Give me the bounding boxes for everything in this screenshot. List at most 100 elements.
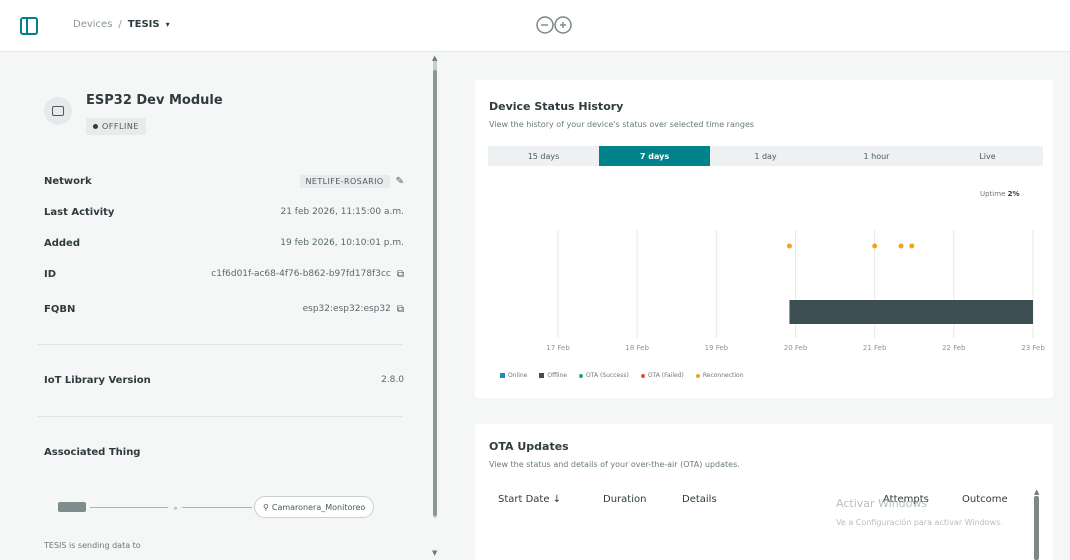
uptime-value: 2%: [1007, 190, 1020, 198]
legend-online-swatch: [500, 373, 505, 378]
x-tick-label: 20 Feb: [784, 344, 808, 352]
status-dot-icon: [93, 124, 98, 129]
column-duration[interactable]: Duration: [603, 494, 646, 505]
column-start-date[interactable]: Start Date ↓: [498, 494, 561, 505]
ota-table-header: Start Date ↓ Duration Details Attempts O…: [488, 486, 1038, 516]
legend-offline: Offline: [539, 372, 567, 379]
associated-thing-title: Associated Thing: [44, 447, 141, 458]
x-tick-label: 17 Feb: [546, 344, 570, 352]
ota-table-scrollbar[interactable]: [1034, 496, 1039, 560]
network-value: NETLIFE-ROSARIO: [299, 174, 390, 188]
breadcrumb-separator: /: [118, 19, 122, 30]
status-timeline-chart: 17 Feb 18 Feb 19 Feb 20 Feb 21 Feb 22 Feb 23 F…: [546, 230, 1045, 352]
fqbn-label: FQBN: [44, 303, 76, 315]
added-value: 19 feb 2026, 10:10:01 p.m.: [280, 238, 404, 248]
sidebar-toggle-icon[interactable]: [20, 17, 38, 35]
iot-library-row: IoT Library Version 2.8.0: [44, 370, 404, 390]
breadcrumb-devices[interactable]: Devices: [73, 19, 112, 30]
device-board-icon: [44, 97, 72, 125]
pencil-icon[interactable]: ✎: [396, 176, 404, 187]
event-marker-reconnection[interactable]: [909, 243, 915, 249]
x-tick-label: 18 Feb: [625, 344, 649, 352]
device-name: ESP32 Dev Module: [86, 93, 223, 108]
legend-ota-success-dot: [579, 373, 584, 378]
connector-line: [182, 507, 252, 508]
breadcrumb-current-device[interactable]: TESIS: [128, 19, 160, 30]
legend-reconnection-label: Reconnection: [702, 372, 744, 379]
network-row: Network NETLIFE-ROSARIO ✎: [44, 171, 404, 191]
thing-icon: ⚲: [263, 502, 269, 512]
column-details[interactable]: Details: [682, 494, 717, 505]
chevron-down-icon[interactable]: ▾: [166, 20, 170, 29]
event-marker-reconnection[interactable]: [786, 243, 792, 249]
id-row: ID c1f6d01f-ac68-4f76-b862-b97fd178f3cc …: [44, 264, 404, 284]
associated-thing-link: ⚬ ⚲ Camaronera_Monitoreo: [44, 496, 394, 518]
range-tabs: 15 days 7 days 1 day 1 hour Live: [488, 146, 1043, 166]
scroll-up-icon[interactable]: ▲: [432, 54, 437, 62]
id-label: ID: [44, 268, 57, 280]
x-tick-label: 21 Feb: [863, 344, 887, 352]
tab-1-hour[interactable]: 1 hour: [821, 146, 932, 166]
sending-text: TESIS is sending data to: [44, 541, 141, 550]
legend-online: Online: [500, 372, 527, 379]
column-start-date-label: Start Date: [498, 494, 550, 505]
tab-1-day[interactable]: 1 day: [710, 146, 821, 166]
legend-ota-failed-dot: [640, 373, 645, 378]
legend-reconnection-dot: [695, 373, 700, 378]
scroll-up-icon[interactable]: ▲: [1034, 488, 1039, 496]
legend-reconnection: Reconnection: [695, 372, 744, 379]
legend-ota-failed-label: OTA (Failed): [647, 372, 684, 379]
timeline-segment-offline[interactable]: [789, 300, 1033, 324]
ota-title: OTA Updates: [489, 440, 569, 453]
fqbn-row: FQBN esp32:esp32:esp32 ⧉: [44, 299, 404, 319]
iot-library-value: 2.8.0: [381, 375, 404, 385]
status-history-title: Device Status History: [489, 100, 624, 113]
scroll-down-icon[interactable]: ▼: [432, 549, 437, 557]
left-scrollbar[interactable]: [433, 58, 437, 518]
device-chip: [58, 502, 86, 512]
thing-name: Camaronera_Monitoreo: [271, 502, 366, 512]
top-bar: Devices / TESIS ▾: [0, 0, 1070, 52]
legend-offline-swatch: [539, 373, 545, 378]
legend-ota-success: OTA (Success): [579, 372, 629, 379]
legend-online-label: Online: [508, 372, 528, 379]
copy-icon[interactable]: ⧉: [397, 304, 404, 315]
last-activity-value: 21 feb 2026, 11:15:00 a.m.: [280, 207, 404, 217]
copy-icon[interactable]: ⧉: [397, 269, 404, 280]
added-label: Added: [44, 237, 80, 249]
tab-live[interactable]: Live: [932, 146, 1043, 166]
column-outcome[interactable]: Outcome: [962, 494, 1008, 505]
event-marker-reconnection[interactable]: [872, 243, 878, 249]
sort-arrow-icon[interactable]: ↓: [553, 494, 561, 505]
last-activity-label: Last Activity: [44, 206, 115, 218]
uptime-indicator: Uptime 2%: [980, 190, 1020, 198]
id-value: c1f6d01f-ac68-4f76-b862-b97fd178f3cc: [211, 269, 391, 279]
x-tick-label: 22 Feb: [942, 344, 966, 352]
tab-15-days[interactable]: 15 days: [488, 146, 599, 166]
ota-subtitle: View the status and details of your over…: [489, 460, 740, 469]
legend-offline-label: Offline: [547, 372, 568, 379]
status-text: OFFLINE: [102, 122, 139, 131]
last-activity-row: Last Activity 21 feb 2026, 11:15:00 a.m.: [44, 202, 404, 222]
scrollbar-thumb[interactable]: [433, 70, 437, 516]
event-marker-reconnection[interactable]: [898, 243, 904, 249]
connector-line: [90, 507, 168, 508]
breadcrumb: Devices / TESIS ▾: [73, 19, 170, 30]
uptime-label: Uptime: [980, 190, 1006, 198]
legend-ota-failed: OTA (Failed): [640, 372, 684, 379]
legend-ota-success-label: OTA (Success): [586, 372, 629, 379]
tab-7-days[interactable]: 7 days: [599, 146, 710, 166]
status-badge: OFFLINE: [86, 118, 146, 135]
chart-legend: Online Offline OTA (Success) OTA (Failed…: [500, 372, 744, 379]
thing-chip[interactable]: ⚲ Camaronera_Monitoreo: [254, 496, 375, 518]
arduino-logo-icon: [536, 16, 572, 34]
x-tick-label: 19 Feb: [705, 344, 729, 352]
windows-activation-watermark: Activar Windows: [836, 497, 928, 510]
connector-node-icon: ⚬: [172, 504, 179, 513]
network-label: Network: [44, 175, 92, 187]
windows-activation-hint: Ve a Configuración para activar Windows.: [836, 518, 1003, 527]
status-history-subtitle: View the history of your device's status…: [489, 120, 755, 129]
divider: [38, 416, 402, 417]
iot-library-label: IoT Library Version: [44, 374, 151, 386]
fqbn-value: esp32:esp32:esp32: [302, 304, 391, 314]
